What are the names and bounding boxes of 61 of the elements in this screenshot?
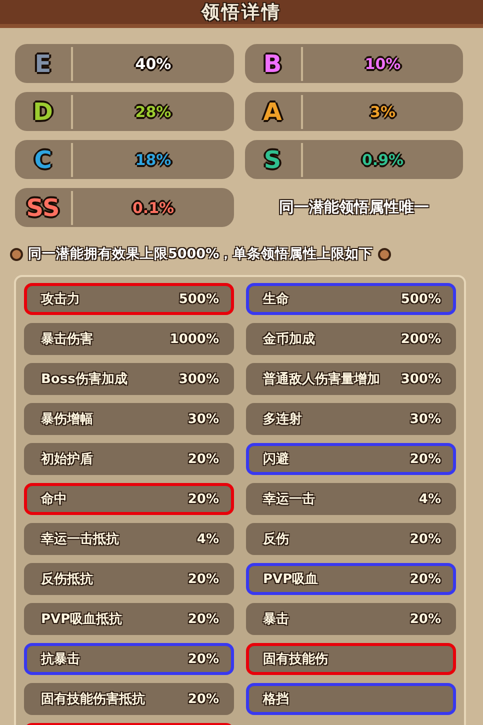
attribute-name: 反伤抵抗 xyxy=(41,571,93,588)
attribute-cap: 20% xyxy=(410,452,441,466)
grade-chance: 10% xyxy=(364,54,402,72)
attribute-name: 暴伤增幅 xyxy=(41,411,93,428)
attribute-cap: 20% xyxy=(188,492,219,506)
attribute-cap: 20% xyxy=(188,692,219,706)
cap-note: 同一潜能拥有效果上限5000%，单条领悟属性上限如下 xyxy=(28,245,374,263)
attribute-cap: 20% xyxy=(410,612,441,626)
attribute-name: 金币加成 xyxy=(263,330,315,348)
attribute-name: 多连射 xyxy=(263,411,302,428)
attribute-name: PVP吸血抵抗 xyxy=(41,611,122,628)
attribute-name: 攻击力 xyxy=(41,291,80,308)
attribute-cap: 4% xyxy=(418,492,441,506)
attribute-cap: 1000% xyxy=(170,332,219,346)
attribute-cap: 30% xyxy=(410,412,441,426)
attribute-cap: 200% xyxy=(400,332,441,346)
grade-chance: 40% xyxy=(134,54,172,72)
attribute-name: 幸运一击抵抗 xyxy=(41,531,119,548)
grade-chance: 0.1% xyxy=(131,198,176,216)
window-title: 领悟详情 xyxy=(202,1,282,24)
grade-chance: 18% xyxy=(134,150,172,168)
attribute-name: 命中 xyxy=(41,491,67,508)
grade-chance: 0.9% xyxy=(360,150,405,168)
attribute-name: Boss伤害加成 xyxy=(41,370,128,388)
attribute-name: 格挡 xyxy=(263,691,289,708)
grade-letter: S xyxy=(244,142,302,176)
grade-letter: SS xyxy=(15,190,73,224)
attribute-name: 反伤 xyxy=(263,531,289,548)
attribute-cap: 300% xyxy=(178,372,219,386)
grade-letter: C xyxy=(15,142,73,176)
attribute-cap: 30% xyxy=(188,412,219,426)
attribute-name: 幸运一击 xyxy=(263,491,315,508)
attribute-name: 闪避 xyxy=(263,450,289,468)
attribute-name: 抗暴击 xyxy=(41,651,80,668)
attribute-cap: 20% xyxy=(188,452,219,466)
attribute-cap: 20% xyxy=(188,652,219,666)
attribute-cap: 500% xyxy=(178,292,219,306)
dot-icon xyxy=(10,248,23,260)
dot-icon xyxy=(378,248,392,260)
grade-chance: 3% xyxy=(369,102,396,120)
attribute-cap: 4% xyxy=(196,532,219,546)
grade-letter: D xyxy=(15,94,73,128)
grade-note: 同一潜能领悟属性唯一 xyxy=(278,197,430,218)
attribute-name: 固有技能伤 xyxy=(263,651,328,668)
attribute-cap: 500% xyxy=(400,292,441,306)
grade-letter: E xyxy=(15,46,73,80)
grade-chance: 28% xyxy=(134,102,172,120)
attribute-cap: 20% xyxy=(188,612,219,626)
attribute-cap: 20% xyxy=(410,572,441,586)
attribute-cap: 20% xyxy=(410,532,441,546)
grade-letter: A xyxy=(244,94,302,128)
attribute-name: 生命 xyxy=(263,291,289,308)
attribute-cap: 300% xyxy=(400,372,441,386)
attribute-name: 初始护盾 xyxy=(41,450,93,468)
attribute-name: 固有技能伤害抵抗 xyxy=(41,690,145,708)
attribute-name: PVP吸血 xyxy=(263,571,318,588)
grade-letter: B xyxy=(244,46,302,80)
attribute-name: 暴击伤害 xyxy=(41,330,93,348)
attribute-name: 普通敌人伤害量增加 xyxy=(263,370,380,388)
attribute-cap: 20% xyxy=(188,572,219,586)
attribute-name: 暴击 xyxy=(263,611,289,628)
